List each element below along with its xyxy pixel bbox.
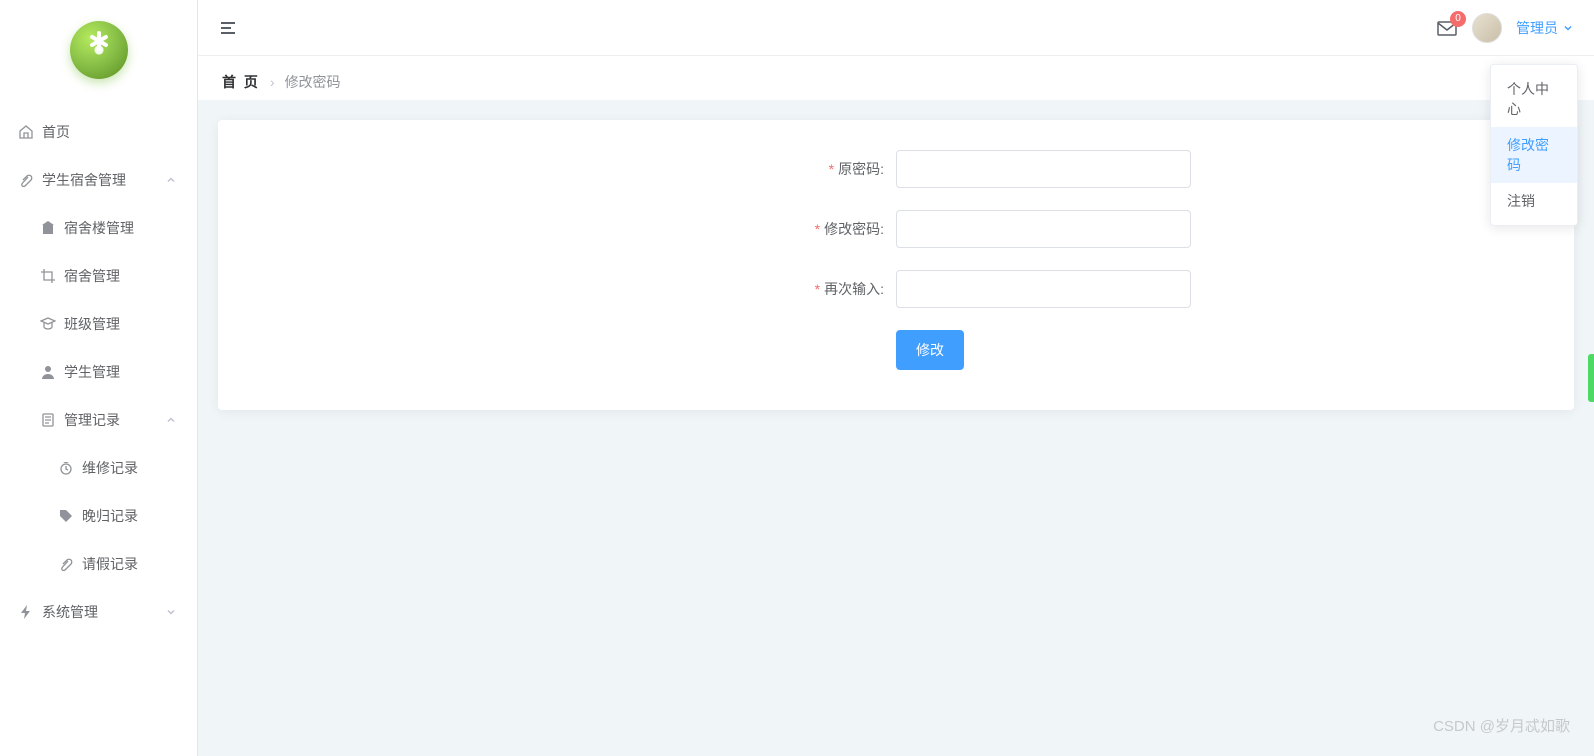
chevron-up-icon	[165, 174, 177, 186]
old-password-label: *原密码:	[238, 159, 896, 179]
sidebar-item-student[interactable]: 学生管理	[0, 348, 197, 396]
sidebar-menu: 首页 学生宿舍管理 宿舍楼管理 宿舍管理 班级管理 学生管理	[0, 100, 197, 644]
sidebar-item-dorm[interactable]: 宿舍管理	[0, 252, 197, 300]
side-handle[interactable]	[1588, 354, 1594, 402]
home-icon	[18, 124, 34, 140]
dropdown-item-profile[interactable]: 个人中心	[1491, 71, 1577, 127]
logo-wrap	[0, 0, 197, 100]
submit-button[interactable]: 修改	[896, 330, 964, 370]
sidebar-item-late[interactable]: 晚归记录	[0, 492, 197, 540]
sidebar: 首页 学生宿舍管理 宿舍楼管理 宿舍管理 班级管理 学生管理	[0, 0, 198, 756]
mail-badge: 0	[1450, 11, 1466, 27]
sidebar-item-label: 学生宿舍管理	[42, 170, 126, 190]
sidebar-item-label: 系统管理	[42, 602, 98, 622]
breadcrumb: 首 页 › 修改密码	[198, 56, 1594, 100]
mail-button[interactable]: 0	[1436, 17, 1458, 39]
sidebar-item-repair[interactable]: 维修记录	[0, 444, 197, 492]
chevron-down-icon	[1562, 22, 1574, 34]
user-dropdown-trigger[interactable]: 管理员	[1516, 18, 1574, 38]
confirm-password-input[interactable]	[896, 270, 1191, 308]
sidebar-item-dorm-mgmt[interactable]: 学生宿舍管理	[0, 156, 197, 204]
tag-icon	[58, 508, 74, 524]
username-label: 管理员	[1516, 18, 1558, 38]
clock-icon	[58, 460, 74, 476]
sidebar-item-label: 管理记录	[64, 410, 120, 430]
content: *原密码: *修改密码: *再次输入: 修改	[198, 100, 1594, 430]
sidebar-item-label: 请假记录	[82, 554, 138, 574]
user-icon	[40, 364, 56, 380]
sidebar-item-label: 宿舍楼管理	[64, 218, 134, 238]
dropdown-item-change-pw[interactable]: 修改密码	[1491, 127, 1577, 183]
sidebar-item-building-mgmt[interactable]: 宿舍楼管理	[0, 204, 197, 252]
building-icon	[40, 220, 56, 236]
sidebar-item-label: 首页	[42, 122, 70, 142]
breadcrumb-separator-icon: ›	[270, 74, 275, 90]
new-password-label: *修改密码:	[238, 219, 896, 239]
user-dropdown: 个人中心 修改密码 注销	[1490, 64, 1578, 226]
bolt-icon	[18, 604, 34, 620]
form-card: *原密码: *修改密码: *再次输入: 修改	[218, 120, 1574, 410]
chevron-up-icon	[165, 414, 177, 426]
old-password-input[interactable]	[896, 150, 1191, 188]
confirm-password-label: *再次输入:	[238, 279, 896, 299]
chevron-down-icon	[165, 606, 177, 618]
dropdown-item-logout[interactable]: 注销	[1491, 183, 1577, 219]
paperclip-icon	[58, 556, 74, 572]
sidebar-item-records[interactable]: 管理记录	[0, 396, 197, 444]
sidebar-item-label: 学生管理	[64, 362, 120, 382]
sidebar-item-class[interactable]: 班级管理	[0, 300, 197, 348]
sidebar-item-label: 维修记录	[82, 458, 138, 478]
main-area: 0 管理员 个人中心 修改密码 注销 首 页 › 修改密码 *原	[198, 0, 1594, 756]
crop-icon	[40, 268, 56, 284]
sidebar-item-system[interactable]: 系统管理	[0, 588, 197, 636]
breadcrumb-current: 修改密码	[285, 72, 341, 92]
new-password-input[interactable]	[896, 210, 1191, 248]
graduation-icon	[40, 316, 56, 332]
sidebar-item-label: 班级管理	[64, 314, 120, 334]
document-icon	[40, 412, 56, 428]
paperclip-icon	[18, 172, 34, 188]
logo-icon	[70, 21, 128, 79]
header: 0 管理员 个人中心 修改密码 注销	[198, 0, 1594, 56]
sidebar-item-leave[interactable]: 请假记录	[0, 540, 197, 588]
sidebar-item-label: 宿舍管理	[64, 266, 120, 286]
sidebar-item-home[interactable]: 首页	[0, 108, 197, 156]
menu-toggle-button[interactable]	[218, 18, 238, 38]
avatar[interactable]	[1472, 13, 1502, 43]
breadcrumb-home[interactable]: 首 页	[222, 72, 260, 92]
sidebar-item-label: 晚归记录	[82, 506, 138, 526]
